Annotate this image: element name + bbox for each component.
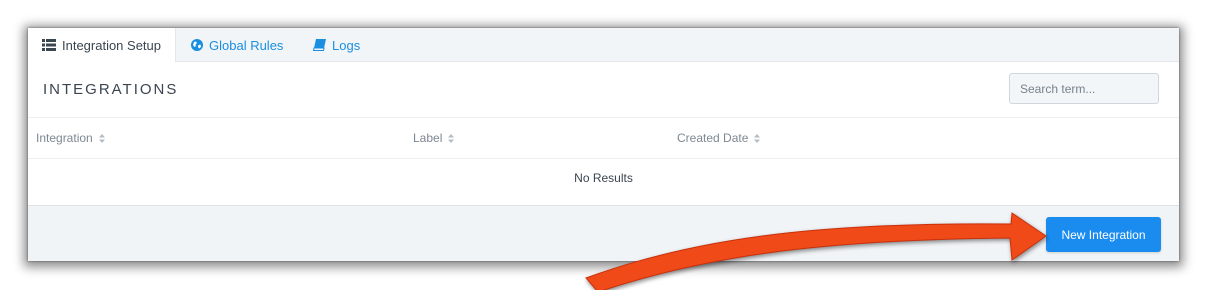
sort-icon xyxy=(98,133,105,143)
column-header-integration[interactable]: Integration xyxy=(36,131,105,145)
column-label: Created Date xyxy=(677,131,749,145)
sort-icon xyxy=(754,133,761,143)
book-icon xyxy=(313,39,326,51)
tab-global-rules[interactable]: Global Rules xyxy=(191,28,283,62)
column-label: Integration xyxy=(36,131,93,145)
tab-label: Global Rules xyxy=(209,37,284,53)
column-header-created-date[interactable]: Created Date xyxy=(677,131,761,145)
integrations-panel: Integration Setup Global Rules Logs INTE… xyxy=(28,28,1179,261)
tab-integration-setup[interactable]: Integration Setup xyxy=(28,28,176,62)
tab-label: Logs xyxy=(332,37,361,53)
new-integration-button[interactable]: New Integration xyxy=(1046,217,1161,252)
tab-bar: Integration Setup Global Rules Logs xyxy=(28,28,1179,62)
table-header: Integration Label Created Date xyxy=(28,117,1179,159)
search-input[interactable] xyxy=(1009,73,1159,104)
empty-table-message: No Results xyxy=(574,171,633,185)
tab-label: Integration Setup xyxy=(61,37,162,53)
column-label: Label xyxy=(413,131,443,145)
page-title: INTEGRATIONS xyxy=(43,81,179,98)
list-icon xyxy=(41,39,56,51)
tab-logs[interactable]: Logs xyxy=(313,28,360,62)
column-header-label[interactable]: Label xyxy=(413,131,455,145)
panel-footer xyxy=(28,205,1179,261)
globe-icon xyxy=(191,39,203,51)
sort-icon xyxy=(448,133,455,143)
